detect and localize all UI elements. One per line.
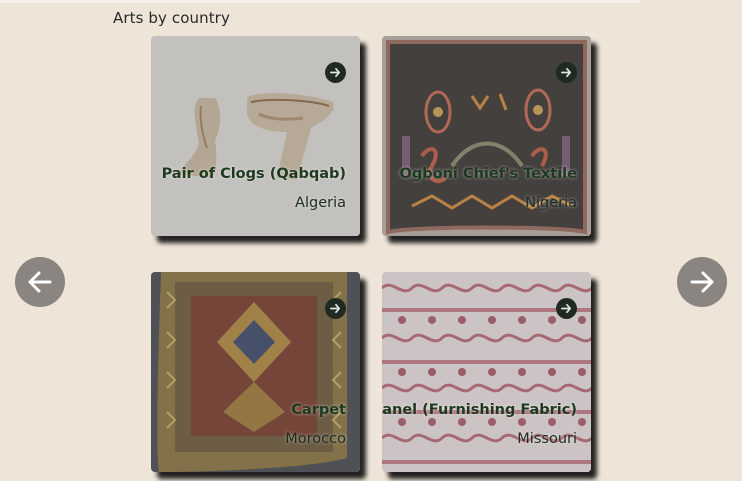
card-country: Missouri — [517, 431, 577, 447]
arrow-right-icon[interactable] — [556, 62, 577, 83]
arrow-right-icon[interactable] — [556, 298, 577, 319]
arrow-right-icon — [690, 271, 714, 293]
card-title: Panel (Furnishing Fabric) — [382, 402, 577, 418]
card-title: Pair of Clogs (Qabqab) — [161, 166, 346, 182]
arrow-right-icon[interactable] — [325, 62, 346, 83]
card-country: Morocco — [285, 431, 346, 447]
card-country: Algeria — [295, 195, 346, 211]
art-card-carpet[interactable]: Carpet Morocco — [151, 272, 360, 472]
section-title: Arts by country — [113, 9, 230, 27]
card-title: Ogboni Chief's Textile — [399, 166, 577, 182]
top-divider — [0, 0, 640, 3]
next-button[interactable] — [677, 257, 727, 307]
art-card-textile[interactable]: Ogboni Chief's Textile Nigeria — [382, 36, 591, 236]
art-card-clogs[interactable]: Pair of Clogs (Qabqab) Algeria — [151, 36, 360, 236]
arrow-right-icon[interactable] — [325, 298, 346, 319]
art-card-panel[interactable]: Panel (Furnishing Fabric) Missouri — [382, 272, 591, 472]
arrow-left-icon — [28, 271, 52, 293]
previous-button[interactable] — [15, 257, 65, 307]
card-title: Carpet — [291, 402, 346, 418]
card-country: Nigeria — [525, 195, 577, 211]
